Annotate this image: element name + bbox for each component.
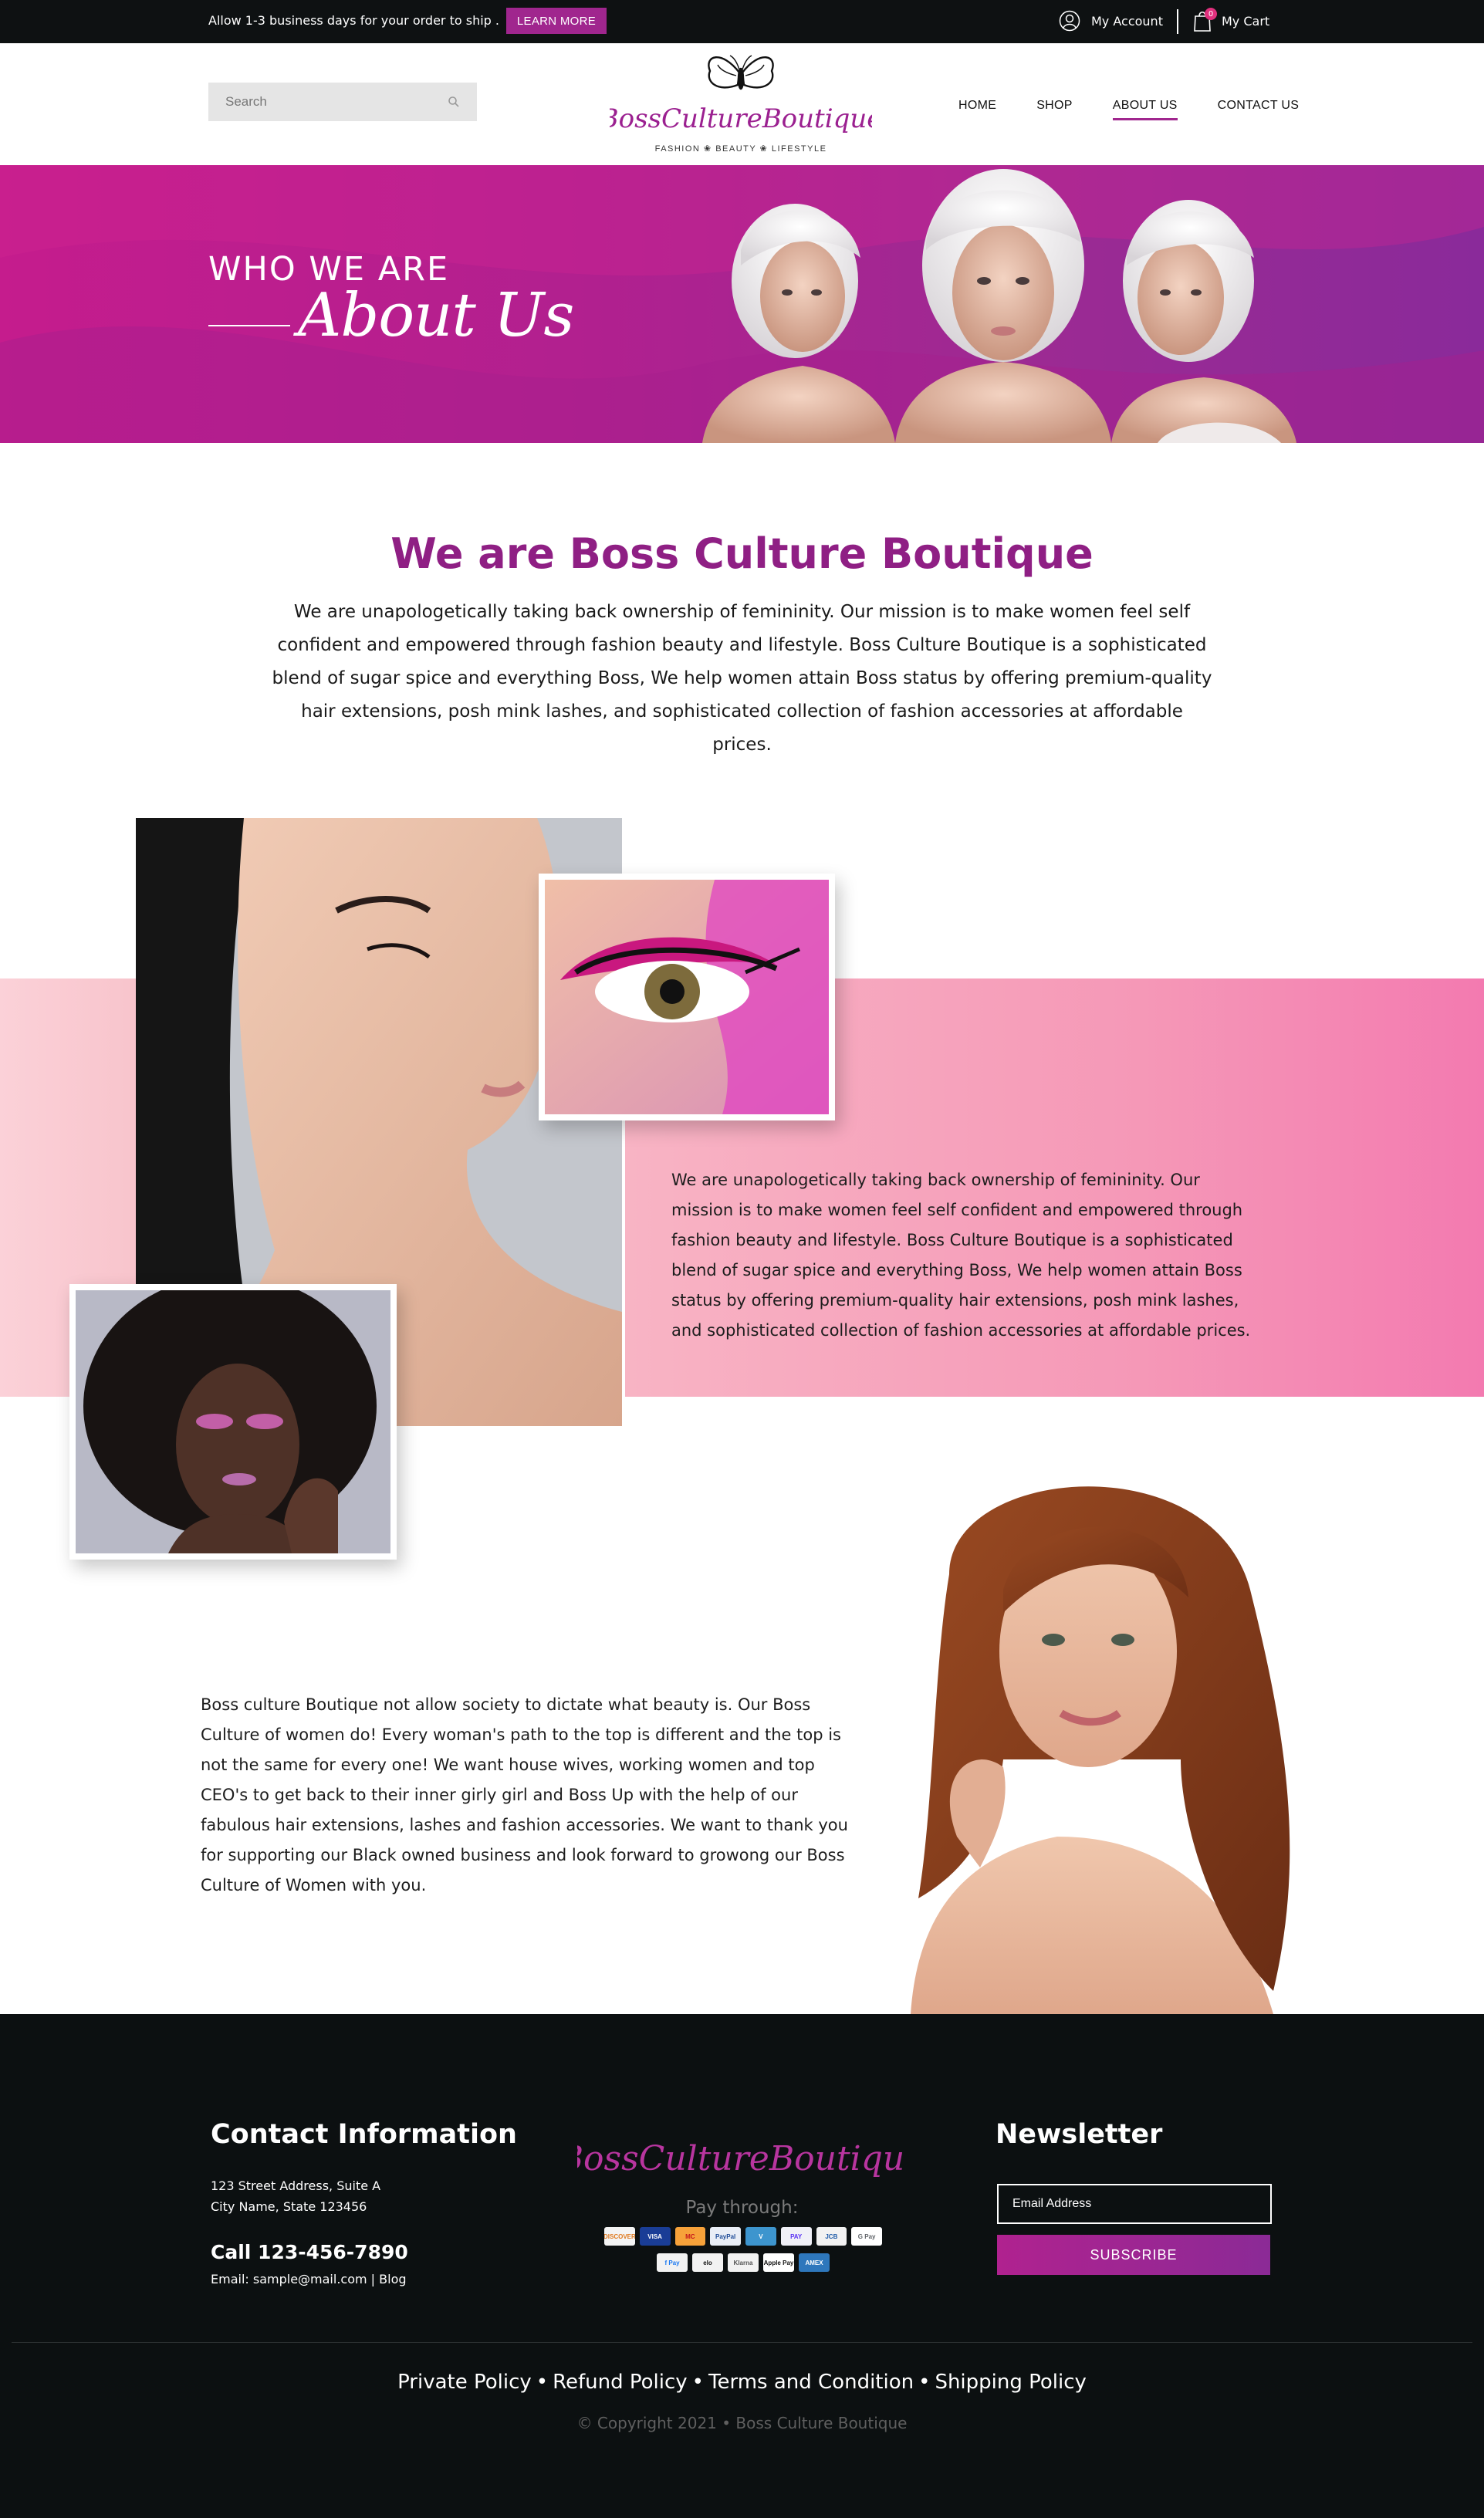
link-separator: • [691, 2371, 705, 2394]
story-paragraph: Boss culture Boutique not allow society … [201, 1695, 848, 1894]
my-cart-label: My Cart [1222, 13, 1270, 29]
phone-number[interactable]: Call 123-456-7890 [211, 2241, 408, 2263]
intro-title: We are Boss Culture Boutique [390, 529, 1094, 578]
subscribe-button[interactable]: SUBSCRIBE [997, 2235, 1270, 2275]
my-cart-link[interactable]: 0 My Cart [1192, 8, 1270, 32]
newsletter-email-input[interactable] [997, 2184, 1272, 2224]
footer-logo[interactable]: BossCultureBoutique [577, 2131, 906, 2185]
my-account-link[interactable]: My Account [1059, 10, 1163, 32]
site-logo[interactable]: BossCultureBoutique FASHION ❀ BEAUTY ❀ L… [610, 49, 872, 162]
afro-woman-image [76, 1284, 390, 1553]
elo-icon: elo [692, 2253, 723, 2272]
shipping-policy-link[interactable]: Shipping Policy [935, 2371, 1086, 2394]
google-pay-icon: G Pay [851, 2227, 882, 2246]
site-header: BossCultureBoutique FASHION ❀ BEAUTY ❀ L… [0, 43, 1484, 165]
link-separator: • [918, 2371, 931, 2394]
intro-paragraph: We are unapologetically taking back owne… [272, 602, 1212, 755]
newsletter-title: Newsletter [996, 2119, 1163, 2150]
refund-policy-link[interactable]: Refund Policy [553, 2371, 688, 2394]
amex-icon: AMEX [799, 2253, 830, 2272]
nav-home[interactable]: HOME [958, 99, 996, 119]
klarna-icon: Klarna [728, 2253, 759, 2272]
address-line-1: 123 Street Address, Suite A [211, 2178, 381, 2193]
search-icon[interactable] [448, 96, 460, 108]
top-bar: Allow 1-3 business days for your order t… [0, 0, 1484, 43]
jcb-icon: JCB [816, 2227, 847, 2246]
footer-policy-links: Private Policy • Refund Policy • Terms and C… [0, 2371, 1484, 2394]
footer-logo-text: BossCultureBoutique [577, 2139, 906, 2178]
hero-decor-line [208, 325, 290, 326]
nav-contact-us[interactable]: CONTACT US [1218, 99, 1300, 119]
contact-title: Contact Information [211, 2119, 517, 2150]
email-blog-links[interactable]: Email: sample@mail.com | Blog [211, 2272, 407, 2286]
venmo-icon: V [745, 2227, 776, 2246]
nav-about-us[interactable]: ABOUT US [1112, 99, 1178, 120]
link-separator: • [536, 2371, 549, 2394]
eye-makeup-photo [539, 874, 835, 1120]
afro-woman-photo [69, 1284, 397, 1560]
privacy-policy-link[interactable]: Private Policy [397, 2371, 532, 2394]
learn-more-button[interactable]: LEARN MORE [506, 8, 607, 34]
footer-divider [12, 2342, 1472, 2343]
payment-methods: DISCOVER VISA MC PayPal V PAY JCB G Pay … [602, 2227, 884, 2280]
cart-icon-wrap: 0 [1192, 8, 1217, 32]
butterfly-icon [708, 55, 774, 90]
topbar-divider [1177, 9, 1178, 34]
main-nav: HOME SHOP ABOUT US CONTACT US [958, 99, 1339, 120]
search-box [208, 83, 477, 121]
facebook-pay-icon: f Pay [657, 2253, 688, 2272]
nav-shop[interactable]: SHOP [1036, 99, 1073, 119]
user-icon [1059, 10, 1080, 32]
shop-pay-icon: PAY [780, 2227, 812, 2246]
copyright: © Copyright 2021 • Boss Culture Boutique [576, 2414, 908, 2432]
logo-tagline: FASHION ❀ BEAUTY ❀ LIFESTYLE [655, 144, 827, 154]
hero-title: About Us [298, 281, 574, 350]
payment-row-2: f Pay elo Klarna Apple Pay AMEX [602, 2253, 884, 2272]
eye-makeup-image [545, 880, 829, 1114]
shipping-notice: Allow 1-3 business days for your order t… [208, 13, 499, 28]
logo-text: BossCultureBoutique [610, 103, 872, 134]
my-account-label: My Account [1091, 13, 1163, 29]
terms-link[interactable]: Terms and Condition [708, 2371, 914, 2394]
mastercard-icon: MC [674, 2227, 706, 2246]
hero-models-image [702, 169, 1296, 443]
cart-count-badge: 0 [1205, 8, 1217, 20]
paypal-icon: PayPal [710, 2227, 741, 2246]
search-input[interactable] [225, 94, 448, 110]
apple-pay-icon: Apple Pay [763, 2253, 794, 2272]
feature-paragraph: We are unapologetically taking back owne… [671, 1171, 1251, 1340]
payment-row-1: DISCOVER VISA MC PayPal V PAY JCB G Pay [602, 2227, 884, 2246]
redhead-model-image [911, 1486, 1290, 2014]
about-hero-banner: WHO WE ARE About Us [0, 165, 1484, 443]
visa-card-icon: VISA [639, 2227, 671, 2246]
discover-card-icon: DISCOVER [604, 2227, 635, 2246]
